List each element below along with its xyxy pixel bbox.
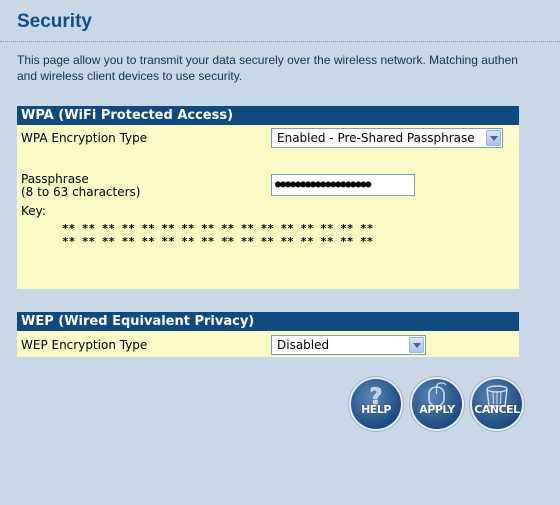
- wpa-panel: [17, 125, 519, 289]
- wep-encryption-select[interactable]: Disabled: [271, 335, 426, 355]
- wpa-section-header: WPA (WiFi Protected Access): [17, 106, 519, 125]
- help-button-label: HELP: [361, 403, 391, 416]
- key-line-2: ** ** ** ** ** ** ** ** ** ** ** ** ** *…: [62, 235, 374, 248]
- chevron-down-icon[interactable]: [409, 337, 424, 353]
- apply-button[interactable]: APPLY: [412, 379, 462, 429]
- passphrase-hint: (8 to 63 characters): [21, 185, 141, 199]
- intro-text: This page allow you to transmit your dat…: [17, 52, 557, 84]
- passphrase-input[interactable]: ●●●●●●●●●●●●●●●●●●●: [271, 174, 415, 196]
- page-title: Security: [17, 11, 92, 32]
- wpa-encryption-value: Enabled - Pre-Shared Passphrase: [277, 131, 475, 145]
- key-line-1: ** ** ** ** ** ** ** ** ** ** ** ** ** *…: [62, 222, 374, 235]
- apply-button-label: APPLY: [419, 403, 455, 416]
- wpa-encryption-label: WPA Encryption Type: [21, 131, 148, 145]
- wep-section-header: WEP (Wired Equivalent Privacy): [17, 312, 519, 331]
- title-divider: [0, 41, 560, 42]
- key-label: Key:: [21, 204, 46, 218]
- wep-encryption-label: WEP Encryption Type: [21, 338, 148, 352]
- chevron-down-icon[interactable]: [486, 130, 501, 146]
- intro-line-1: This page allow you to transmit your dat…: [17, 53, 518, 67]
- cancel-button-label: CANCEL: [474, 403, 520, 416]
- passphrase-label: Passphrase: [21, 172, 89, 186]
- intro-line-2: and wireless client devices to use secur…: [17, 69, 243, 83]
- wpa-encryption-select[interactable]: Enabled - Pre-Shared Passphrase: [271, 128, 503, 148]
- wep-encryption-value: Disabled: [277, 338, 330, 352]
- cancel-button[interactable]: CANCEL: [472, 379, 522, 429]
- help-button[interactable]: ? HELP: [351, 379, 401, 429]
